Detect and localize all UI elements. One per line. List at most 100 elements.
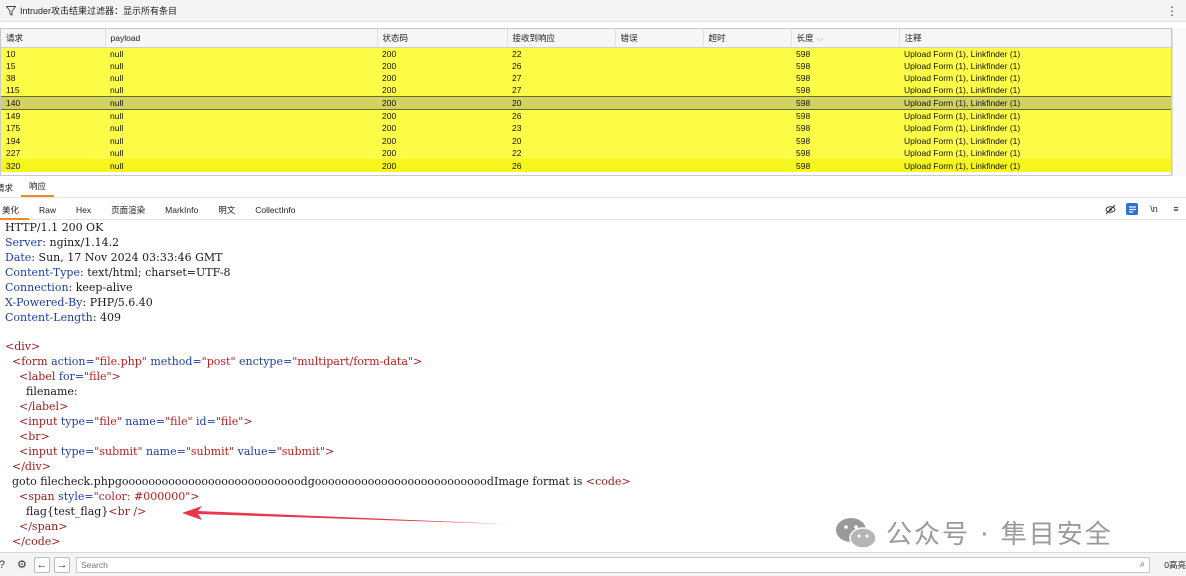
tab-request[interactable]: 请求 (0, 182, 21, 197)
label-close-tag: </label> (19, 400, 69, 413)
form-enctype-val: "multipart/form-data" (292, 355, 413, 368)
input2-name-attr: name= (142, 445, 186, 458)
col-header-request[interactable]: 请求 (1, 29, 106, 48)
cell-status: 200 (377, 84, 507, 97)
header-name: Connection (5, 281, 69, 294)
forward-arrow-icon[interactable]: → (53, 556, 70, 573)
cell-status: 200 (377, 47, 507, 60)
table-row[interactable]: 320 null 200 26 598 Upload Form (1), Linkfind… (1, 159, 1171, 172)
header-value: nginx/1.14.2 (46, 236, 120, 249)
tab-pretty[interactable]: 美化 (0, 200, 30, 220)
col-header-error[interactable]: 错误 (615, 29, 704, 48)
tab-collectinfo[interactable]: CollectInfo (245, 200, 305, 220)
tab-render[interactable]: 页面渲染 (101, 200, 155, 220)
menu-icon[interactable]: ≡ (1170, 203, 1182, 215)
cell-request: 175 (1, 122, 105, 135)
response-editor[interactable]: HTTP/1.1 200 OK Server: nginx/1.14.2 Date… (0, 221, 1186, 550)
help-icon[interactable]: ? (0, 557, 10, 573)
cell-request: 149 (1, 109, 105, 123)
cell-timeout (703, 122, 791, 135)
cell-response-received: 26 (507, 159, 615, 172)
table-row[interactable]: 194 null 200 20 598 Upload Form (1), Linkfind… (1, 134, 1171, 148)
search-input[interactable] (76, 557, 1117, 572)
watermark: 公众号 · 隼目安全 (834, 514, 1113, 551)
tab-hex[interactable]: Hex (66, 200, 101, 220)
filter-icon (6, 5, 16, 16)
back-arrow-icon[interactable]: ← (33, 556, 50, 573)
cell-response-received: 22 (507, 147, 615, 160)
filename-text: filename: (25, 385, 78, 398)
cell-request: 15 (1, 59, 105, 72)
cell-timeout (703, 59, 791, 72)
highlight-count: 0高亮 (1164, 559, 1186, 570)
red-arrow-annotation (182, 506, 505, 524)
tab-mingwen[interactable]: 明文 (208, 200, 245, 220)
newline-icon[interactable]: \n (1148, 203, 1160, 215)
col-header-response-received[interactable]: 接收到响应 (507, 29, 616, 48)
table-scrollbar[interactable] (1172, 28, 1186, 176)
table-row[interactable]: 10 null 200 22 598 Upload Form (1), Linkfinde… (1, 47, 1171, 60)
code-line-span: <span style="color: #000000"> (5, 490, 200, 504)
label-tag: <label (19, 370, 56, 383)
cell-timeout (703, 71, 791, 85)
hide-icon[interactable] (1104, 203, 1116, 215)
header-line: Connection: keep-alive (5, 281, 133, 295)
cell-timeout (703, 96, 791, 111)
table-row[interactable]: 15 null 200 26 598 Upload Form (1), Linkfinde… (1, 59, 1171, 72)
form-tag: <form (12, 355, 48, 368)
col-header-comment[interactable]: 注释 (899, 29, 1171, 48)
table-row[interactable]: 140 null 200 20 598 Upload Form (1), Linkfind… (1, 96, 1171, 111)
tab-markinfo[interactable]: MarkInfo (155, 200, 208, 220)
header-name: X-Powered-By (5, 296, 83, 309)
table-row[interactable]: 149 null 200 26 598 Upload Form (1), Linkfind… (1, 109, 1171, 123)
cell-length: 598 (791, 159, 899, 172)
form-method-attr: method= (146, 355, 202, 368)
col-header-length[interactable]: 长度 ⌵ (791, 29, 900, 48)
col-header-status[interactable]: 状态码 (377, 29, 508, 48)
span-style-attr: style= (54, 490, 94, 503)
code-line-goto: goto filecheck.phpgooooooooooooooooooooo… (5, 475, 631, 489)
span-end: > (190, 490, 200, 503)
div-open-tag: <div> (5, 340, 41, 353)
tab-raw[interactable]: Raw (29, 200, 66, 220)
code-line-input-file: <input type="file" name="file" id="file"… (5, 415, 253, 429)
cell-timeout (703, 159, 791, 172)
goto-text: goto filecheck.phpgooooooooooooooooooooo… (12, 475, 586, 488)
cell-response-received: 20 (507, 134, 615, 148)
table-row[interactable]: 175 null 200 23 598 Upload Form (1), Linkfind… (1, 122, 1171, 135)
cell-comment: Upload Form (1), Linkfinder (1) (899, 84, 1171, 97)
cell-timeout (703, 47, 791, 60)
cell-length: 598 (791, 71, 899, 85)
table-row[interactable]: 115 null 200 27 598 Upload Form (1), Linkfind… (1, 84, 1171, 97)
code-line-label-close: </label> (5, 400, 68, 414)
cell-status: 200 (377, 59, 507, 72)
header-line: Date: Sun, 17 Nov 2024 03:33:46 GMT (5, 251, 222, 265)
table-row[interactable]: 38 null 200 27 598 Upload Form (1), Linkfinde… (1, 71, 1171, 85)
more-options-icon[interactable]: ⋮ (1166, 4, 1178, 18)
cell-payload: null (105, 122, 377, 135)
cell-payload: null (105, 134, 377, 148)
col-header-timeout[interactable]: 超时 (703, 29, 792, 48)
input2-value-val: "submit" (276, 445, 325, 458)
code-line-flag: flag{test_flag}<br /> (5, 505, 146, 519)
input1-type-attr: type= (57, 415, 95, 428)
cell-payload: null (105, 71, 377, 85)
code-line-br: <br> (5, 430, 50, 444)
code-close-tag: </code> (12, 535, 61, 548)
cell-error (615, 109, 703, 123)
header-line: X-Powered-By: PHP/5.6.40 (5, 296, 153, 310)
wrap-lines-icon[interactable] (1126, 203, 1138, 215)
search-icon[interactable]: ⌕ (1140, 559, 1146, 570)
cell-response-received: 27 (507, 71, 615, 85)
filter-bar[interactable]: Intruder攻击结果过滤器：显示所有条目 ⋮ (0, 0, 1186, 22)
tab-response[interactable]: 响应 (21, 180, 55, 197)
table-row[interactable]: 227 null 200 22 598 Upload Form (1), Linkfind… (1, 147, 1171, 160)
code-line-span-close: </span> (5, 520, 67, 534)
cell-timeout (703, 109, 791, 123)
col-header-payload[interactable]: payload (105, 29, 378, 48)
cell-status: 200 (377, 96, 507, 111)
cell-error (615, 122, 703, 135)
settings-gear-icon[interactable]: ⚙ (14, 557, 30, 573)
input1-end: > (243, 415, 253, 428)
cell-request: 227 (1, 147, 105, 160)
